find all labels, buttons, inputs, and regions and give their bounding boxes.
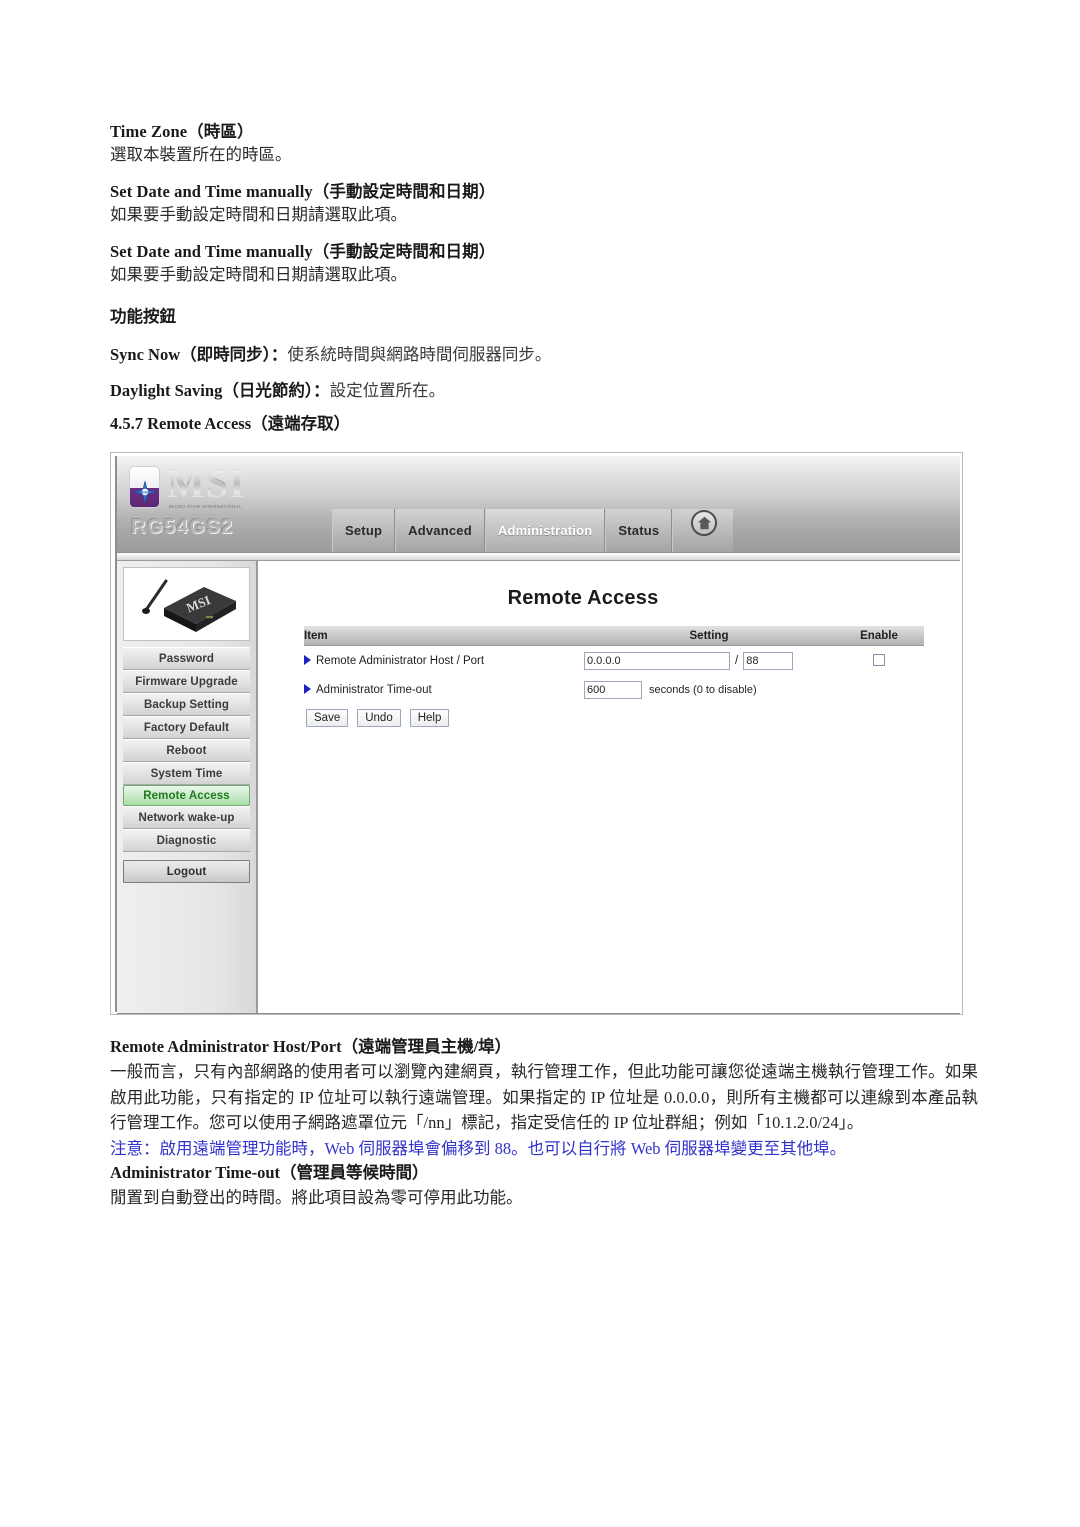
- function-buttons-heading: 功能按鈕: [110, 307, 176, 326]
- document-page: Time Zone（時區） 選取本裝置所在的時區。 Set Date and T…: [0, 0, 1080, 1527]
- bottom-body-remote-admin-host-port: 一般而言，只有內部網路的使用者可以瀏覽內建網頁，執行管理工作，但此功能可讓您從遠…: [110, 1062, 978, 1132]
- column-header-item: Item: [304, 626, 584, 646]
- nav-tab-advanced[interactable]: Advanced: [395, 509, 485, 552]
- save-button[interactable]: Save: [306, 709, 349, 727]
- block-body: 如果要手動設定時間和日期請選取此項。: [110, 265, 407, 284]
- sync-now-line: Sync Now（即時同步）：使系統時間與網路時間伺服器同步。: [110, 342, 980, 368]
- sidebar-item-diagnostic[interactable]: Diagnostic: [123, 829, 250, 852]
- table-row: Administrator Time-out 600 seconds (0 to …: [304, 675, 924, 704]
- help-button[interactable]: Help: [409, 709, 450, 727]
- block-body: 選取本裝置所在的時區。: [110, 145, 292, 164]
- daylight-saving-desc: 設定位置所在。: [329, 381, 446, 400]
- svg-text:MSI: MSI: [141, 491, 147, 495]
- router-model-label: RG54GS2: [131, 516, 234, 538]
- row-setting-remote-admin-host-port: 0.0.0.0 / 88: [584, 646, 834, 676]
- text-block: Set Date and Time manually（手動設定時間和日期） 如果…: [110, 180, 980, 227]
- router-ui-frame: MSI MSI MICRO-STAR INTERNATIONAL RG54GS2…: [115, 456, 960, 1014]
- row-label-text: Administrator Time-out: [316, 684, 432, 696]
- row-enable-remote-admin: [834, 646, 924, 676]
- daylight-saving-label: Daylight Saving（日光節約）：: [110, 381, 330, 400]
- row-setting-administrator-timeout: 600 seconds (0 to disable): [584, 675, 924, 704]
- administrator-timeout-input[interactable]: 600: [584, 681, 642, 699]
- router-content: Remote Access Item Setting Enable Remote…: [258, 561, 960, 1013]
- router-footer-bar: [117, 1013, 960, 1014]
- home-glyph-icon: [697, 516, 712, 529]
- bottom-note: 注意：啟用遠端管理功能時，Web 伺服器埠會偏移到 88。也可以自行將 Web …: [110, 1138, 847, 1158]
- form-button-row: Save Undo Help: [306, 708, 950, 727]
- remote-access-settings-table: Item Setting Enable Remote Administrator…: [304, 626, 924, 704]
- bullet-triangle-icon: [304, 684, 311, 694]
- row-label-text: Remote Administrator Host / Port: [316, 655, 485, 667]
- sidebar-item-network-wake-up[interactable]: Network wake-up: [123, 806, 250, 829]
- sidebar-item-backup-setting[interactable]: Backup Setting: [123, 693, 250, 716]
- router-admin-screenshot: MSI MSI MICRO-STAR INTERNATIONAL RG54GS2…: [110, 452, 963, 1015]
- msi-logo: MSI MSI MICRO-STAR INTERNATIONAL: [129, 462, 389, 516]
- function-buttons-section: 功能按鈕: [110, 305, 980, 329]
- row-label-remote-admin-host-port: Remote Administrator Host / Port: [304, 646, 584, 676]
- sidebar-item-password[interactable]: Password: [123, 647, 250, 670]
- host-port-separator: /: [735, 655, 739, 668]
- header-divider: [117, 553, 960, 561]
- sidebar-item-factory-default[interactable]: Factory Default: [123, 716, 250, 739]
- sidebar-logout-button[interactable]: Logout: [123, 860, 250, 883]
- home-icon[interactable]: [691, 509, 718, 536]
- router-header: MSI MSI MICRO-STAR INTERNATIONAL RG54GS2…: [117, 456, 960, 553]
- sidebar-item-system-time[interactable]: System Time: [123, 762, 250, 785]
- section-heading: 4.5.7 Remote Access（遠端存取）: [110, 414, 351, 433]
- compass-star-icon: MSI: [133, 481, 156, 503]
- text-block: Set Date and Time manually（手動設定時間和日期） 如果…: [110, 240, 980, 287]
- sidebar-item-firmware-upgrade[interactable]: Firmware Upgrade: [123, 670, 250, 693]
- daylight-saving-line: Daylight Saving（日光節約）：設定位置所在。: [110, 378, 980, 404]
- bottom-heading-remote-admin-host-port: Remote Administrator Host/Port（遠端管理員主機/埠…: [110, 1037, 512, 1056]
- router-navbar: Setup Advanced Administration Status: [332, 509, 734, 552]
- column-header-setting: Setting: [584, 626, 834, 646]
- router-device-icon: MSI: [142, 579, 236, 632]
- remote-admin-port-input[interactable]: 88: [743, 652, 794, 670]
- column-header-enable: Enable: [834, 626, 924, 646]
- bottom-heading-administrator-timeout: Administrator Time-out（管理員等候時間）: [110, 1163, 429, 1182]
- sidebar-item-reboot[interactable]: Reboot: [123, 739, 250, 762]
- router-body: MSI Password Firmware Upgrade Backup Set…: [117, 561, 960, 1013]
- block-heading: Set Date and Time manually（手動設定時間和日期）: [110, 242, 496, 261]
- nav-home-button[interactable]: [672, 509, 734, 552]
- document-top-text: Time Zone（時區） 選取本裝置所在的時區。 Set Date and T…: [110, 120, 980, 404]
- router-sidebar: MSI Password Firmware Upgrade Backup Set…: [117, 561, 258, 1013]
- remote-admin-host-input[interactable]: 0.0.0.0: [584, 652, 730, 670]
- page-title: Remote Access: [507, 587, 659, 609]
- text-block: Time Zone（時區） 選取本裝置所在的時區。: [110, 120, 980, 167]
- sidebar-item-remote-access[interactable]: Remote Access: [123, 785, 250, 806]
- bottom-body-administrator-timeout: 閒置到自動登出的時間。將此項目設為零可停用此功能。: [110, 1188, 523, 1207]
- table-row: Remote Administrator Host / Port 0.0.0.0…: [304, 646, 924, 676]
- nav-tab-setup[interactable]: Setup: [332, 509, 396, 552]
- block-body: 如果要手動設定時間和日期請選取此項。: [110, 205, 407, 224]
- nav-tab-administration[interactable]: Administration: [484, 509, 606, 552]
- document-bottom-text: Remote Administrator Host/Port（遠端管理員主機/埠…: [110, 1035, 978, 1211]
- table-header-row: Item Setting Enable: [304, 626, 924, 646]
- msi-badge-icon: MSI: [129, 466, 160, 508]
- device-image: MSI: [123, 567, 250, 641]
- bullet-triangle-icon: [304, 655, 311, 665]
- timeout-hint-label: seconds (0 to disable): [649, 684, 757, 697]
- sync-now-desc: 使系統時間與網路時間伺服器同步。: [287, 345, 552, 364]
- block-heading: Set Date and Time manually（手動設定時間和日期）: [110, 182, 496, 201]
- sync-now-label: Sync Now（即時同步）：: [110, 345, 288, 364]
- remote-admin-enable-checkbox[interactable]: [873, 653, 885, 666]
- nav-tab-status[interactable]: Status: [605, 509, 673, 552]
- row-label-administrator-timeout: Administrator Time-out: [304, 675, 584, 704]
- undo-button[interactable]: Undo: [357, 709, 401, 727]
- block-heading: Time Zone（時區）: [110, 122, 254, 141]
- msi-tagline: MICRO-STAR INTERNATIONAL: [169, 504, 242, 509]
- msi-wordmark: MSI: [167, 460, 246, 505]
